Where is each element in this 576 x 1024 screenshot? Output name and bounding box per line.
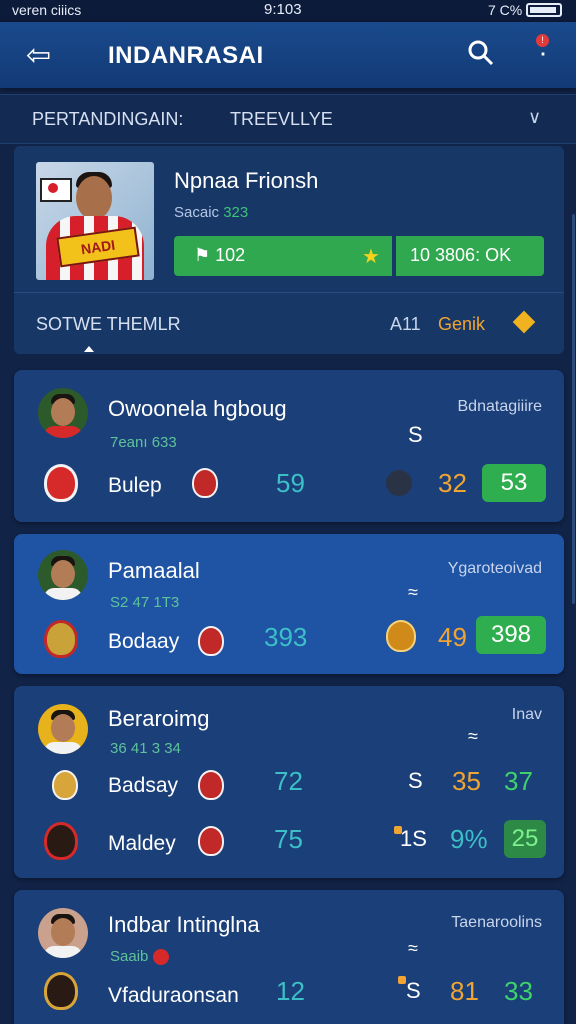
odds-value: 32	[438, 468, 467, 498]
match-card[interactable]: Indbar Intinglna Saaib Taenaroolins ≈ Vf…	[14, 890, 564, 1024]
carrier-label: veren ciiics	[12, 2, 82, 18]
back-arrow-icon[interactable]: ⇦	[26, 38, 51, 73]
league-label: Bdnatagiiire	[457, 398, 543, 415]
bet-button[interactable]: 25	[504, 820, 546, 858]
avatar	[38, 704, 88, 754]
diamond-icon[interactable]	[512, 310, 536, 334]
player-name: Pamaalal	[108, 558, 200, 583]
filter-matches-label[interactable]: PERTANDINGAIN:	[32, 109, 183, 130]
wave-icon: ≈	[468, 726, 478, 746]
score-value: 75	[274, 824, 303, 854]
team-name: Vfaduraonsan	[108, 984, 239, 1007]
filter-value-label[interactable]: TREEVLLYE	[230, 109, 333, 130]
team-name: Bodaay	[108, 630, 180, 653]
player-stats: 36 41 3 34	[110, 740, 181, 757]
avatar	[38, 908, 88, 958]
match-card[interactable]: Pamaalal S2 47 1T3 Ygaroteoivad ≈ Bodaay…	[14, 534, 564, 674]
divider	[14, 292, 564, 293]
odds-value: 35	[452, 766, 481, 796]
player-photo: NADI	[36, 162, 154, 280]
page-title: INDANRASAI	[108, 42, 264, 69]
featured-score-bar[interactable]: ⚑ 102 ★ 10 3806: OK	[174, 236, 544, 276]
odds-value: 81	[450, 976, 479, 1006]
team-crest-icon	[44, 620, 78, 658]
opponent-crest-icon	[198, 826, 224, 856]
section-genre[interactable]: Genik	[438, 314, 485, 335]
team-name: Maldey	[108, 832, 176, 855]
s-marker: S	[408, 768, 423, 793]
opponent-crest-icon	[192, 468, 218, 498]
battery-icon	[526, 3, 562, 17]
score-value: 393	[264, 622, 308, 652]
featured-match-card[interactable]: NADI Npnaa Frionsh Sacaic 323 ⚑ 102 ★ 10…	[14, 146, 564, 354]
team-crest-icon	[44, 822, 78, 860]
score-value: 72	[274, 766, 303, 796]
caret-up-icon	[84, 346, 94, 352]
odds-value-2: 37	[504, 766, 533, 796]
chevron-down-icon[interactable]: ∨	[528, 107, 541, 128]
star-icon: ★	[362, 246, 380, 268]
bet-button[interactable]: 398	[476, 616, 546, 654]
status-bar: veren ciiics 9:103 7 C%	[0, 0, 576, 22]
scrollbar[interactable]	[572, 214, 575, 604]
team-crest-icon	[44, 464, 78, 502]
s-marker: 1S	[400, 826, 427, 851]
team-crest-icon	[44, 972, 78, 1010]
league-label: Taenaroolins	[451, 914, 542, 931]
avatar	[38, 388, 88, 438]
featured-player-name: Npnaa Frionsh	[174, 168, 319, 193]
team-name: Badsay	[108, 774, 179, 797]
featured-score-right: 10 3806: OK	[410, 245, 512, 265]
shield-icon	[386, 620, 416, 652]
player-name: Beraroimg	[108, 706, 210, 731]
league-label: Inav	[511, 706, 542, 723]
featured-subtitle: Sacaic 323	[174, 204, 249, 221]
section-label: SOTWE THEMLR	[36, 314, 181, 334]
opponent-crest-icon	[198, 770, 224, 800]
avatar	[38, 550, 88, 600]
opponent-crest-icon	[198, 626, 224, 656]
wave-icon: ≈	[408, 938, 418, 958]
odds-value-2: 33	[504, 976, 533, 1006]
ball-icon	[386, 470, 412, 496]
app-bar: ⇦ INDANRASAI ⋮ !	[0, 22, 576, 88]
search-icon[interactable]	[466, 38, 496, 73]
team-crest-icon	[52, 770, 78, 800]
battery-percent: 7 C%	[488, 2, 523, 18]
match-card[interactable]: Beraroimg 36 41 3 34 Inav ≈ Badsay 72 S …	[14, 686, 564, 878]
notification-badge: !	[536, 34, 549, 47]
featured-score-left: ⚑ 102	[194, 245, 246, 265]
odds-value: 9%	[450, 824, 488, 854]
section-count: A11	[390, 314, 421, 334]
match-card[interactable]: Owoonela hgboug 7eanı 633 Bdnatagiiire S…	[14, 370, 564, 522]
bet-button[interactable]: 53	[482, 464, 546, 502]
marker-icon	[398, 976, 406, 984]
score-value: 12	[276, 976, 305, 1006]
filter-bar[interactable]: PERTANDINGAIN: TREEVLLYE ∨	[0, 94, 576, 144]
s-marker: S	[408, 422, 423, 447]
team-name: Bulep	[108, 474, 162, 497]
player-stats: S2 47 1T3	[110, 594, 180, 611]
s-marker: S	[406, 978, 421, 1003]
player-stats: 7eanı 633	[110, 434, 177, 451]
player-name: Owoonela hgboug	[108, 396, 287, 421]
score-value: 59	[276, 468, 305, 498]
clock: 9:103	[264, 1, 302, 18]
wave-icon: ≈	[408, 582, 418, 602]
player-stats: Saaib	[110, 948, 169, 966]
league-label: Ygaroteoivad	[447, 560, 542, 577]
odds-value: 49	[438, 622, 467, 652]
player-name: Indbar Intinglna	[108, 912, 260, 937]
